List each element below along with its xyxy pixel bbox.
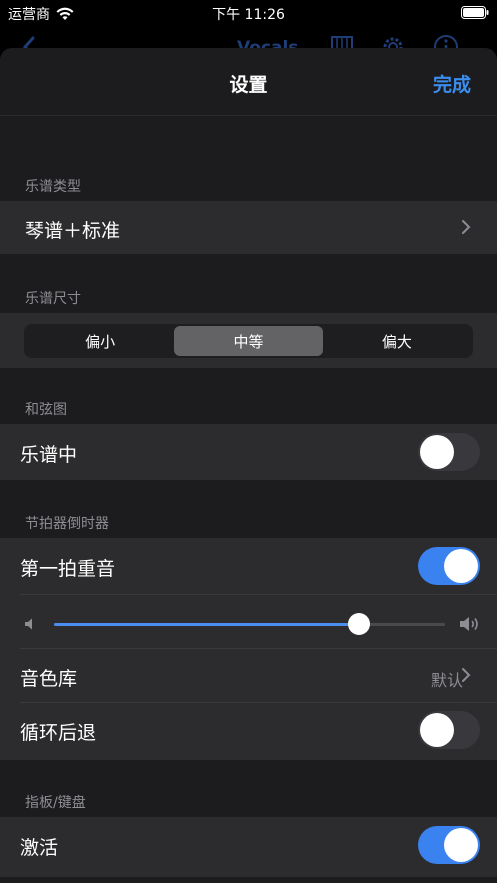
done-button[interactable]: 完成 (433, 70, 471, 97)
section-header-metronome: 节拍器倒时器 (25, 516, 109, 532)
volume-high-icon (460, 617, 478, 631)
toggle-knob (420, 435, 454, 469)
slider-thumb[interactable] (347, 613, 370, 635)
battery-icon (461, 6, 489, 19)
settings-sheet: 设置 完成 乐谱类型 琴谱＋标准 乐谱尺寸 偏小 中等 偏大 和弦图 乐谱中 节… (0, 48, 497, 883)
toggle-knob (444, 828, 478, 862)
status-time: 下午 11:26 (212, 7, 285, 23)
segment-medium[interactable]: 中等 (174, 326, 323, 356)
toggle-knob (420, 713, 454, 747)
score-type-cell[interactable]: 琴谱＋标准 (0, 201, 497, 254)
chord-in-score-toggle[interactable] (418, 433, 480, 471)
accent-first-beat-toggle[interactable] (418, 547, 480, 585)
section-header-fretboard: 指板/键盘 (25, 795, 86, 811)
fretboard-activate-toggle[interactable] (418, 826, 480, 864)
chord-in-score-label: 乐谱中 (20, 444, 78, 466)
score-type-value: 琴谱＋标准 (25, 220, 121, 242)
accent-first-beat-label: 第一拍重音 (20, 558, 116, 580)
metronome-group: 第一拍重音 音色库 默认 循环后退 (0, 538, 497, 760)
screen: 运营商 下午 11:26 Vocals (0, 0, 497, 883)
volume-low-icon (25, 618, 32, 630)
divider (20, 702, 497, 703)
segment-large[interactable]: 偏大 (323, 326, 471, 356)
segment-small[interactable]: 偏小 (26, 326, 174, 356)
sound-library-label: 音色库 (20, 668, 78, 690)
chord-in-score-cell: 乐谱中 (0, 424, 497, 480)
metronome-volume-slider[interactable] (54, 609, 445, 639)
sound-library-row[interactable]: 音色库 默认 (0, 649, 497, 702)
sheet-title: 设置 (229, 74, 268, 96)
slider-fill (54, 623, 359, 626)
sound-library-value: 默认 (430, 671, 463, 690)
divider (20, 594, 497, 595)
score-size-segmented-control: 偏小 中等 偏大 (24, 324, 473, 358)
section-header-chord-diagram: 和弦图 (25, 402, 67, 418)
chevron-right-icon (462, 668, 471, 682)
status-bar: 运营商 下午 11:26 (0, 0, 497, 26)
section-header-score-type: 乐谱类型 (25, 179, 81, 195)
chevron-right-icon (462, 220, 471, 234)
sheet-header: 设置 完成 (0, 48, 497, 116)
fretboard-activate-cell: 激活 (0, 817, 497, 877)
loop-back-label: 循环后退 (20, 722, 97, 744)
section-header-score-size: 乐谱尺寸 (25, 291, 81, 307)
toggle-knob (444, 549, 478, 583)
fretboard-activate-label: 激活 (20, 837, 59, 859)
loop-back-toggle[interactable] (418, 711, 480, 749)
